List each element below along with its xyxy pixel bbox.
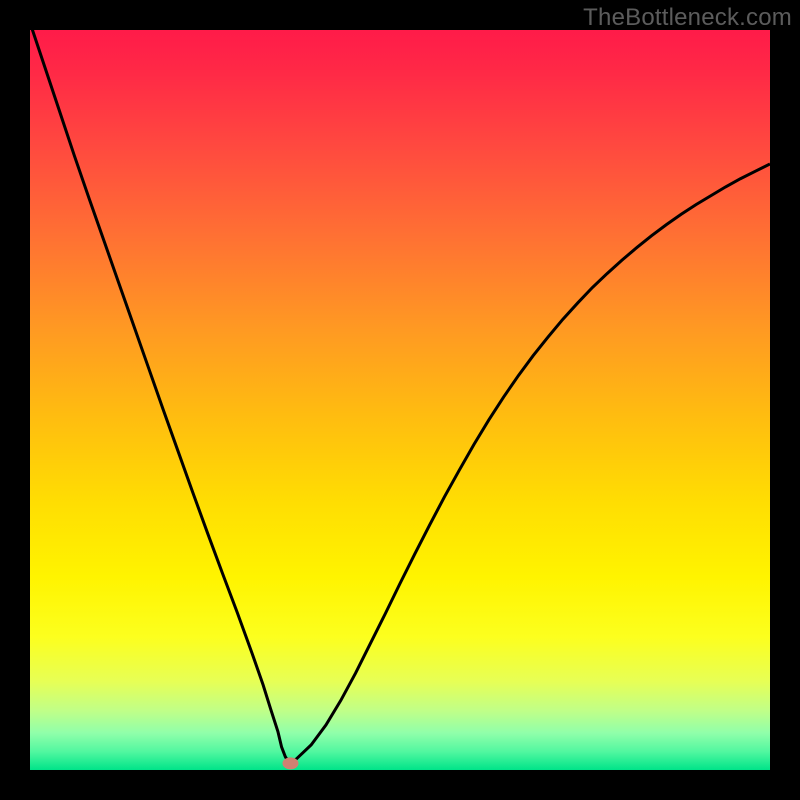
gradient-background bbox=[30, 30, 770, 770]
minimum-marker bbox=[282, 757, 298, 769]
watermark-text: TheBottleneck.com bbox=[583, 4, 792, 32]
bottleneck-curve-chart bbox=[30, 30, 770, 770]
plot-area bbox=[30, 30, 770, 770]
chart-frame: TheBottleneck.com bbox=[0, 0, 800, 800]
